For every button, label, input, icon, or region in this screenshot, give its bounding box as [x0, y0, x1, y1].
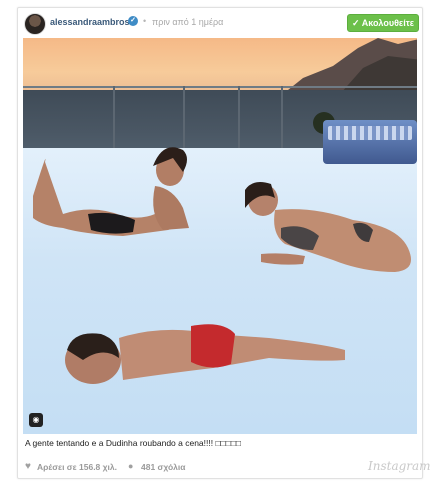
heart-icon[interactable]: ♥ [25, 461, 31, 472]
follow-button[interactable]: ✓ Ακολουθείτε [347, 14, 419, 32]
photo-people [33, 147, 412, 384]
post-header: alessandraambrosio ✓ • πριν από 1 ημέρα … [18, 8, 422, 38]
separator-dot: • [143, 16, 147, 26]
check-icon: ✓ [352, 18, 360, 28]
user-avatar[interactable] [24, 13, 46, 35]
post-caption: A gente tentando e a Dudinha roubando a … [25, 438, 242, 448]
post-footer: ♥ Αρέσει σε 156.8 χιλ. ● 481 σχόλια Inst… [18, 456, 431, 476]
username-link[interactable]: alessandraambrosio [50, 17, 138, 27]
post-time[interactable]: πριν από 1 ημέρα [152, 17, 223, 27]
verified-badge-icon: ✓ [128, 16, 138, 26]
comment-icon[interactable]: ● [128, 461, 133, 471]
instagram-logo[interactable]: Instagram [368, 459, 431, 473]
follow-label: Ακολουθείτε [361, 18, 414, 28]
instagram-camera-icon[interactable]: ◉ [29, 413, 43, 427]
instagram-post-card: alessandraambrosio ✓ • πριν από 1 ημέρα … [17, 7, 431, 479]
likes-count[interactable]: Αρέσει σε 156.8 χιλ. [37, 462, 117, 472]
post-photo[interactable]: ◉ [23, 38, 417, 434]
comments-count[interactable]: 481 σχόλια [141, 462, 185, 472]
